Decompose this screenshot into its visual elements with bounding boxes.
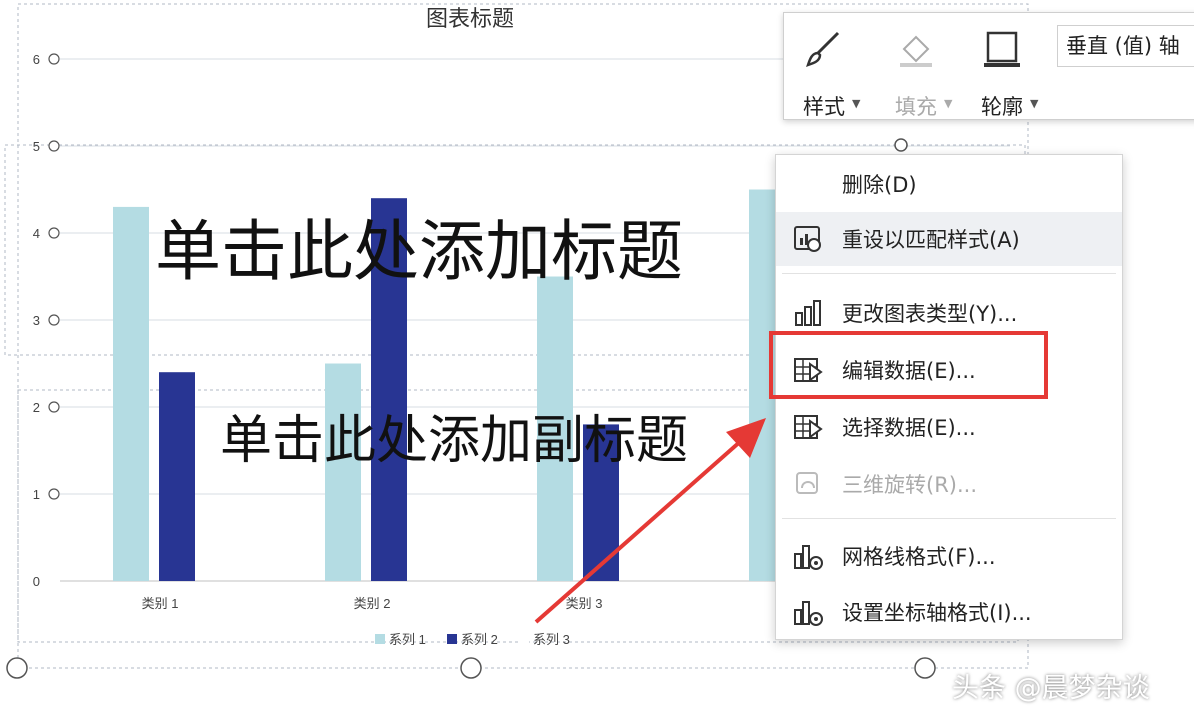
handle-bottom-left[interactable] — [6, 657, 28, 679]
y-axis-ticks: 0 1 2 3 4 5 6 — [33, 52, 60, 589]
annotation-highlight-box — [769, 331, 1048, 399]
gridline-format-icon — [794, 545, 823, 570]
outline-button[interactable]: 轮廓 ▼ — [962, 21, 1042, 119]
chart-format-toolbar: 样式 ▼ 填充 ▼ 轮廓 ▼ 垂直 (值) 轴 — [783, 12, 1194, 120]
axis-handle[interactable] — [48, 488, 60, 500]
menu-item-3d-rotation: 三维旋转(R)... — [776, 457, 1122, 511]
menu-item-delete[interactable]: 删除(D) — [776, 157, 1122, 211]
axis-select[interactable]: 垂直 (值) 轴 — [1057, 25, 1194, 67]
bar-1[interactable] — [113, 206, 149, 581]
bar-2[interactable] — [159, 372, 195, 581]
handle-bottom-right[interactable] — [914, 657, 936, 679]
legend-swatch — [375, 634, 385, 644]
legend[interactable]: 系列 1 系列 2 系列 3 — [375, 632, 570, 647]
menu-item-label: 三维旋转(R)... — [842, 473, 978, 497]
x-axis-labels: 类别 1类别 2类别 3类别 4 — [142, 596, 815, 611]
handle-bottom-center[interactable] — [460, 657, 482, 679]
y-tick-label: 0 — [33, 574, 40, 589]
menu-item-label: 选择数据(E)... — [842, 416, 976, 440]
menu-item-select-data[interactable]: 选择数据(E)... — [776, 400, 1122, 454]
chart-title[interactable]: 图表标题 — [426, 6, 514, 31]
legend-label: 系列 1 — [389, 632, 426, 647]
menu-item-label: 重设以匹配样式(A) — [842, 228, 1020, 252]
menu-separator — [782, 518, 1116, 519]
y-tick-label: 2 — [33, 400, 40, 415]
chevron-down-icon: ▼ — [944, 97, 953, 110]
legend-label: 系列 2 — [461, 632, 498, 647]
y-tick-label: 3 — [33, 313, 40, 328]
x-tick-label: 类别 3 — [566, 596, 603, 611]
y-tick-label: 1 — [33, 487, 40, 502]
legend-label: 系列 3 — [533, 632, 570, 647]
menu-separator — [782, 273, 1116, 274]
y-tick-label: 6 — [33, 52, 40, 67]
chevron-down-icon: ▼ — [852, 97, 861, 110]
outline-icon — [984, 31, 1020, 67]
fill-bucket-icon — [900, 35, 932, 67]
x-tick-label: 类别 2 — [354, 596, 391, 611]
watermark: 头条 @晨梦杂谈 — [952, 673, 1150, 704]
axis-format-icon — [794, 601, 823, 626]
axis-handle[interactable] — [48, 401, 60, 413]
menu-item-gridline-format[interactable]: 网格线格式(F)... — [776, 529, 1122, 583]
title-placeholder[interactable]: 单击此处添加标题 — [155, 198, 683, 294]
bar-chart-icon — [795, 300, 821, 326]
handle-text-box[interactable] — [894, 138, 908, 152]
reset-style-icon — [794, 226, 821, 252]
select-data-icon — [794, 415, 823, 439]
y-tick-label: 4 — [33, 226, 40, 241]
axis-handle[interactable] — [48, 314, 60, 326]
menu-item-label: 网格线格式(F)... — [842, 545, 996, 569]
axis-handle[interactable] — [48, 227, 60, 239]
x-tick-label: 类别 1 — [142, 596, 179, 611]
menu-item-label: 设置坐标轴格式(I)... — [842, 601, 1032, 625]
axis-handle[interactable] — [48, 53, 60, 65]
style-button[interactable]: 样式 ▼ — [784, 21, 864, 119]
axis-handle[interactable] — [48, 140, 60, 152]
fill-button[interactable]: 填充 ▼ — [876, 21, 956, 119]
brush-icon — [806, 31, 840, 67]
rotate-3d-icon — [796, 472, 818, 494]
menu-item-reset-style[interactable]: 重设以匹配样式(A) — [776, 212, 1122, 266]
chevron-down-icon: ▼ — [1030, 97, 1039, 110]
legend-swatch — [447, 634, 457, 644]
legend-swatch — [519, 634, 529, 644]
menu-item-label: 更改图表类型(Y)... — [842, 302, 1018, 326]
menu-item-label: 删除(D) — [842, 173, 917, 197]
menu-item-axis-format[interactable]: 设置坐标轴格式(I)... — [776, 585, 1122, 639]
subtitle-placeholder[interactable]: 单击此处添加副标题 — [220, 398, 688, 473]
y-tick-label: 5 — [33, 139, 40, 154]
